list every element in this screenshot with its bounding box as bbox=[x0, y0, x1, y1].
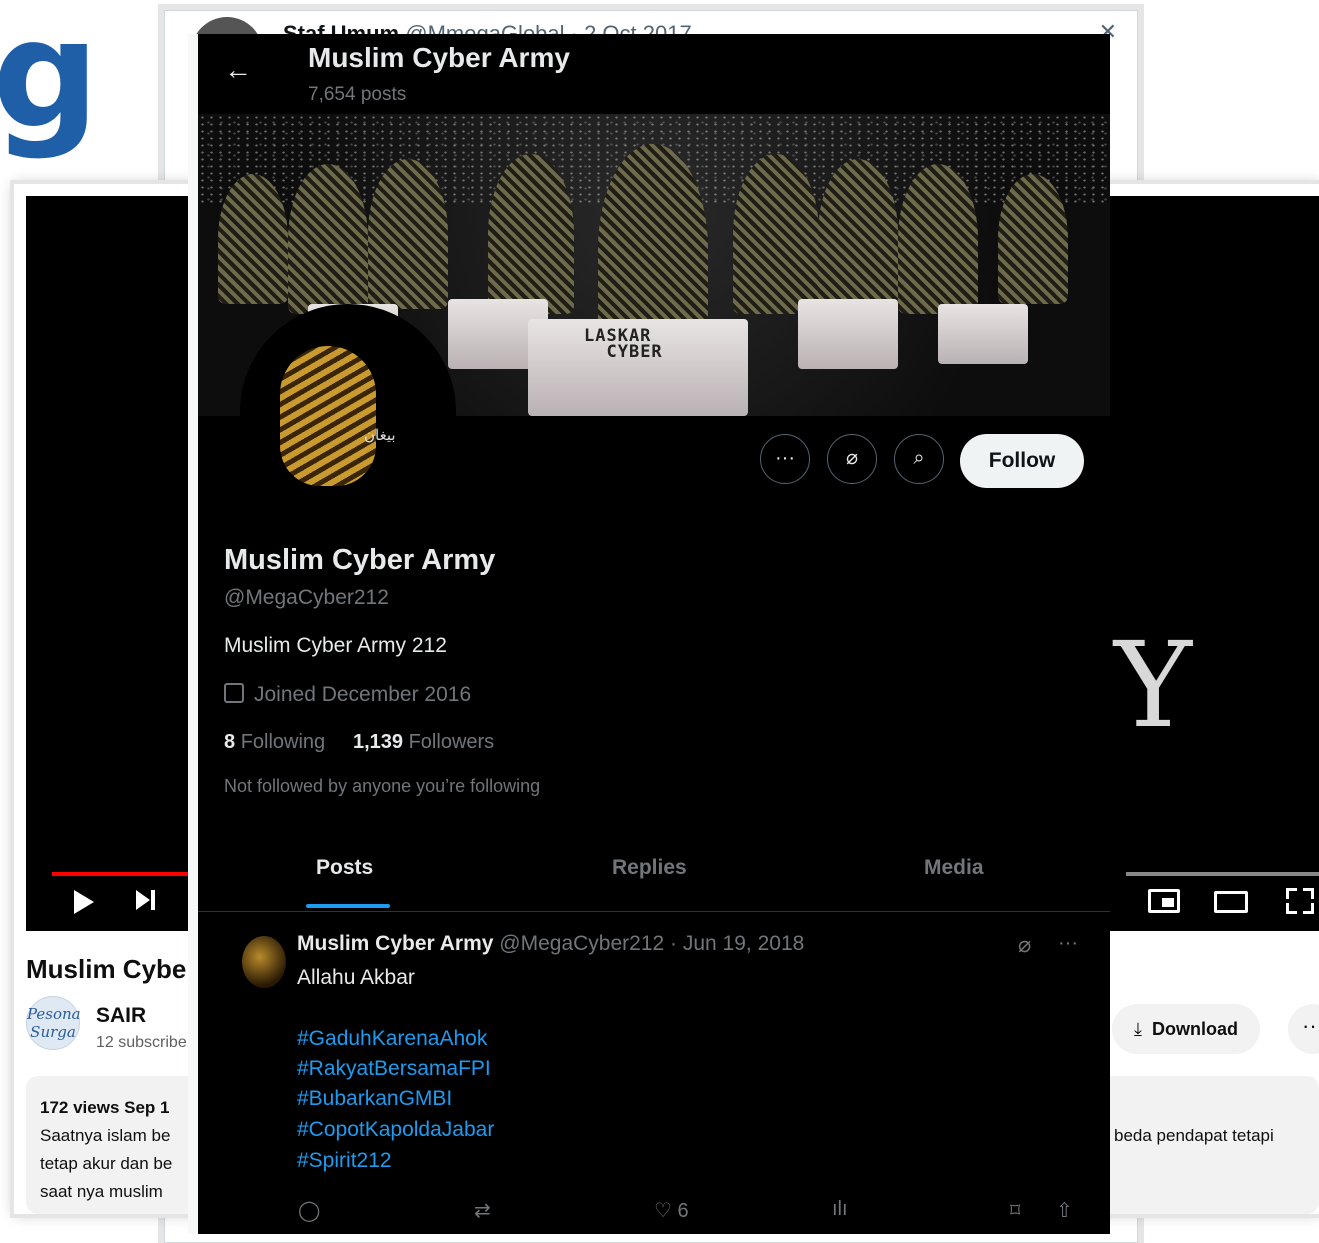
follow-button[interactable]: Follow bbox=[960, 434, 1084, 488]
tab-media[interactable]: Media bbox=[924, 856, 984, 880]
tab-replies[interactable]: Replies bbox=[612, 856, 687, 880]
channel-subscribers: 12 subscribe bbox=[96, 1034, 187, 1051]
tweet-meta: @MegaCyber212 · Jun 19, 2018 bbox=[499, 932, 805, 955]
share-icon[interactable]: ⇧ bbox=[1056, 1198, 1073, 1223]
followers-label: Followers bbox=[408, 731, 495, 753]
like-count: 6 bbox=[677, 1200, 689, 1222]
profile-stats: 8 Following 1,139 Followers bbox=[224, 731, 494, 754]
tweet-author-name[interactable]: Muslim Cyber Army bbox=[297, 932, 493, 955]
tab-divider bbox=[198, 911, 1110, 912]
followers-link[interactable]: 1,139 Followers bbox=[353, 731, 494, 753]
followers-count: 1,139 bbox=[352, 731, 404, 753]
calendar-icon bbox=[224, 683, 244, 703]
hashtag-link[interactable]: #BubarkanGMBI bbox=[297, 1087, 452, 1111]
hashtag-link[interactable]: #RakyatBersamaFPI bbox=[297, 1057, 491, 1081]
profile-bio: Muslim Cyber Army 212 bbox=[224, 634, 447, 657]
description-line-right: beda pendapat tetapi bbox=[1114, 1126, 1274, 1145]
next-icon[interactable] bbox=[136, 890, 155, 910]
download-button[interactable]: ⤓ Download bbox=[1112, 1004, 1260, 1054]
download-icon: ⤓ bbox=[1134, 1019, 1142, 1039]
banner-figure bbox=[898, 164, 978, 314]
banner-figure bbox=[818, 159, 898, 309]
views-icon[interactable]: ılı bbox=[832, 1198, 848, 1221]
theater-mode-icon[interactable] bbox=[1214, 891, 1248, 913]
banner-laptop bbox=[938, 304, 1028, 364]
tweet-grok-icon[interactable]: ⌀ bbox=[1018, 932, 1031, 958]
hashtag-link[interactable]: #CopotKapoldaJabar bbox=[297, 1118, 494, 1142]
download-label: Download bbox=[1151, 1019, 1238, 1039]
bookmark-icon[interactable]: ⌑ bbox=[1010, 1198, 1020, 1223]
video-title: Muslim Cybe bbox=[26, 954, 187, 984]
banner-figure bbox=[488, 154, 574, 314]
tweet-header: Muslim Cyber Army @MegaCyber212 · Jun 19… bbox=[297, 932, 804, 956]
more-options-button[interactable]: ··· bbox=[760, 434, 810, 484]
avatar-text: بيغان bbox=[364, 427, 396, 444]
banner-text-2: CYBER bbox=[606, 342, 663, 362]
video-title-text: Y bbox=[1114, 616, 1192, 754]
video-stats: 172 views Sep 1 bbox=[40, 1098, 170, 1117]
hashtag-link[interactable]: #GaduhKarenaAhok bbox=[297, 1027, 487, 1051]
like-button[interactable]: ♡ 6 bbox=[654, 1198, 689, 1223]
banner-figure bbox=[998, 174, 1068, 304]
more-actions-button[interactable]: ··· bbox=[1288, 1004, 1319, 1054]
tweet-text: Allahu Akbar bbox=[297, 966, 415, 989]
description-line: saat nya muslim bbox=[40, 1182, 163, 1201]
banner-figure bbox=[218, 174, 288, 304]
progress-remaining[interactable] bbox=[1126, 872, 1319, 876]
tweet-avatar[interactable] bbox=[242, 936, 286, 988]
description-line: Saatnya islam be bbox=[40, 1126, 171, 1145]
following-link[interactable]: 8 Following bbox=[224, 731, 325, 753]
like-icon: ♡ bbox=[654, 1200, 672, 1222]
search-icon[interactable]: ⌕ bbox=[894, 434, 944, 484]
channel-name[interactable]: SAIR bbox=[96, 1004, 146, 1028]
following-label: Following bbox=[240, 731, 326, 753]
banner-figure bbox=[733, 154, 819, 314]
fullscreen-icon[interactable] bbox=[1286, 888, 1314, 914]
profile-joined: Joined December 2016 bbox=[224, 683, 471, 707]
profile-header: ← Muslim Cyber Army 7,654 posts bbox=[198, 34, 1110, 114]
profile-name: Muslim Cyber Army bbox=[224, 544, 496, 576]
hashtag-link[interactable]: #Spirit212 bbox=[297, 1149, 392, 1173]
profile-handle: @MegaCyber212 bbox=[224, 586, 389, 609]
retweet-icon[interactable]: ⇄ bbox=[474, 1198, 491, 1223]
banner-laptop bbox=[798, 299, 898, 369]
following-count: 8 bbox=[224, 731, 236, 753]
active-tab-indicator bbox=[306, 904, 390, 908]
avatar-face bbox=[280, 346, 376, 486]
description-line: tetap akur dan be bbox=[40, 1154, 173, 1173]
background-heading-letter: g bbox=[0, 0, 100, 162]
play-icon[interactable] bbox=[74, 890, 94, 914]
grok-icon[interactable]: ⌀ bbox=[827, 434, 877, 484]
profile-avatar[interactable]: بيغان bbox=[240, 304, 456, 520]
header-name: Muslim Cyber Army bbox=[308, 42, 570, 73]
banner-figure bbox=[288, 164, 368, 314]
tab-posts[interactable]: Posts bbox=[316, 856, 373, 880]
miniplayer-icon[interactable] bbox=[1148, 889, 1180, 913]
joined-text: Joined December 2016 bbox=[254, 683, 472, 706]
twitter-profile-window: ← Muslim Cyber Army 7,654 posts LASKAR C… bbox=[188, 34, 1110, 1234]
tweet-more-icon[interactable]: ··· bbox=[1058, 932, 1078, 955]
not-followed-note: Not followed by anyone you’re following bbox=[224, 776, 541, 796]
banner-figure bbox=[368, 159, 448, 309]
banner-laptop-text: LASKAR CYBER bbox=[584, 328, 663, 362]
back-arrow-icon[interactable]: ← bbox=[224, 54, 252, 86]
channel-avatar[interactable]: Pesona Surga bbox=[26, 996, 81, 1050]
header-posts-count: 7,654 posts bbox=[308, 84, 407, 105]
reply-icon[interactable]: ◯ bbox=[298, 1198, 320, 1223]
